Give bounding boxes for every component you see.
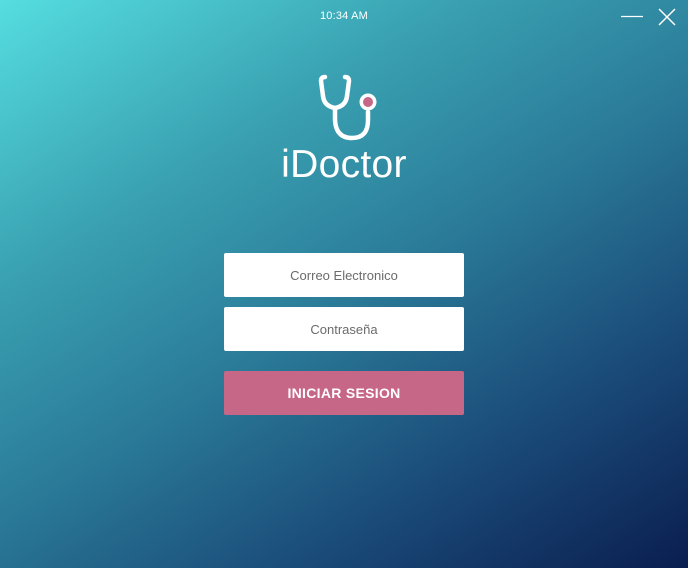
stethoscope-icon [318,74,377,141]
email-field[interactable] [224,253,464,297]
close-button[interactable] [655,6,679,28]
clock-time: 10:34 AM [319,10,369,22]
close-icon [658,8,676,26]
password-field[interactable] [224,307,464,351]
minimize-icon [621,15,643,18]
login-button[interactable]: INICIAR SESION [224,371,464,415]
minimize-button[interactable] [620,6,644,28]
app-logo [0,72,688,146]
app-title: iDoctor [281,143,407,186]
title-bar: 10:34 AM [0,0,688,34]
